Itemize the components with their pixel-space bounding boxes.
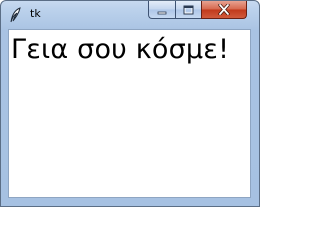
maximize-icon (183, 0, 194, 19)
maximize-button[interactable] (175, 1, 201, 19)
minimize-icon (157, 0, 167, 19)
minimize-button[interactable] (148, 1, 175, 19)
app-window: tk Γεια σου κόσμε! (0, 0, 260, 207)
window-controls (148, 1, 247, 20)
window-title: tk (30, 7, 41, 20)
greeting-label: Γεια σου κόσμε! (11, 34, 230, 65)
window-client-area: Γεια σου κόσμε! (8, 29, 251, 198)
title-bar[interactable]: tk (1, 1, 259, 27)
feather-icon[interactable] (9, 7, 23, 23)
close-icon (218, 0, 230, 19)
close-button[interactable] (201, 1, 247, 19)
